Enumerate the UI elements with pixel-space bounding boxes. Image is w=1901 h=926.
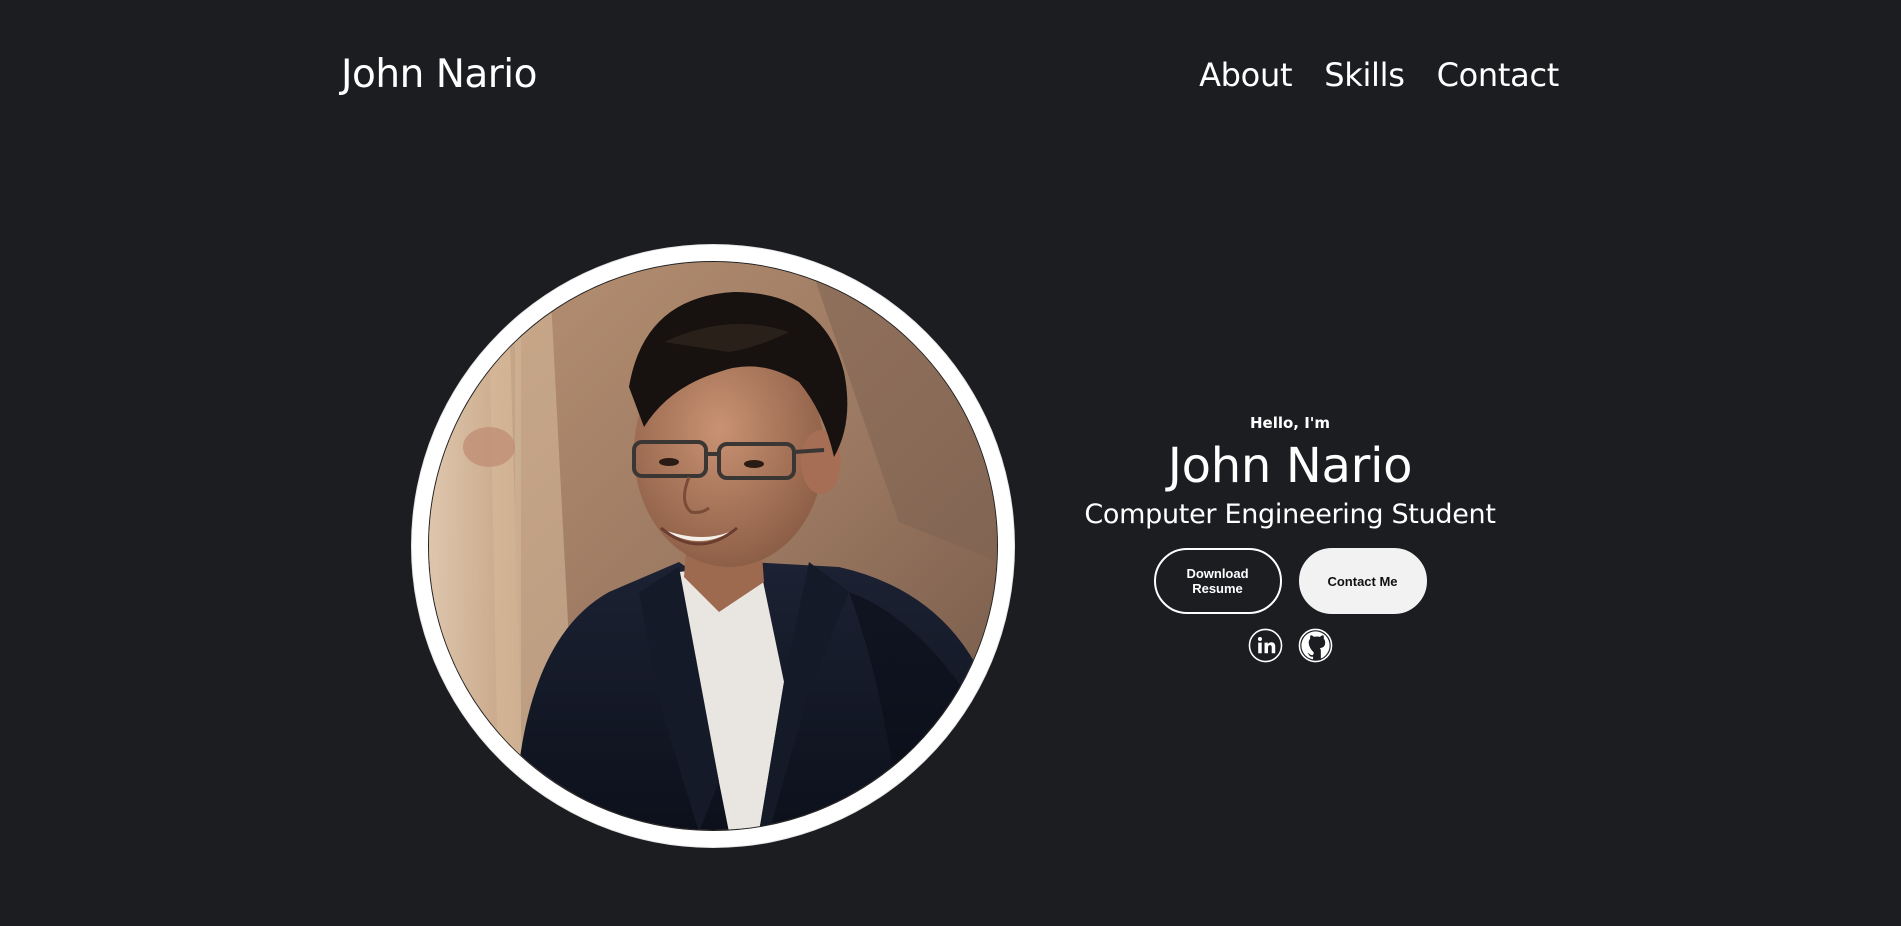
download-resume-button[interactable]: Download Resume (1153, 548, 1282, 614)
hero-role: Computer Engineering Student (1084, 499, 1496, 530)
profile-picture-frame (412, 245, 1014, 847)
nav-link-about[interactable]: About (1199, 55, 1292, 95)
intro-text: Hello, I'm John Nario Computer Engineeri… (1040, 414, 1540, 663)
profile-picture (428, 261, 998, 831)
github-icon[interactable] (1298, 628, 1333, 663)
social-links (1040, 628, 1540, 663)
nav-menu: About Skills Contact (1199, 55, 1559, 95)
linkedin-icon[interactable] (1248, 628, 1283, 663)
hero-name: John Nario (1167, 438, 1413, 494)
hero-section: Hello, I'm John Nario Computer Engineeri… (0, 152, 1901, 926)
site-logo[interactable]: John Nario (341, 52, 538, 98)
nav-link-contact[interactable]: Contact (1437, 55, 1560, 95)
greeting-text: Hello, I'm (1249, 414, 1331, 432)
hero-buttons: Download Resume Contact Me (1040, 548, 1540, 614)
contact-me-button[interactable]: Contact Me (1298, 548, 1427, 614)
site-header: John Nario About Skills Contact (0, 0, 1901, 152)
nav-link-skills[interactable]: Skills (1324, 55, 1405, 95)
